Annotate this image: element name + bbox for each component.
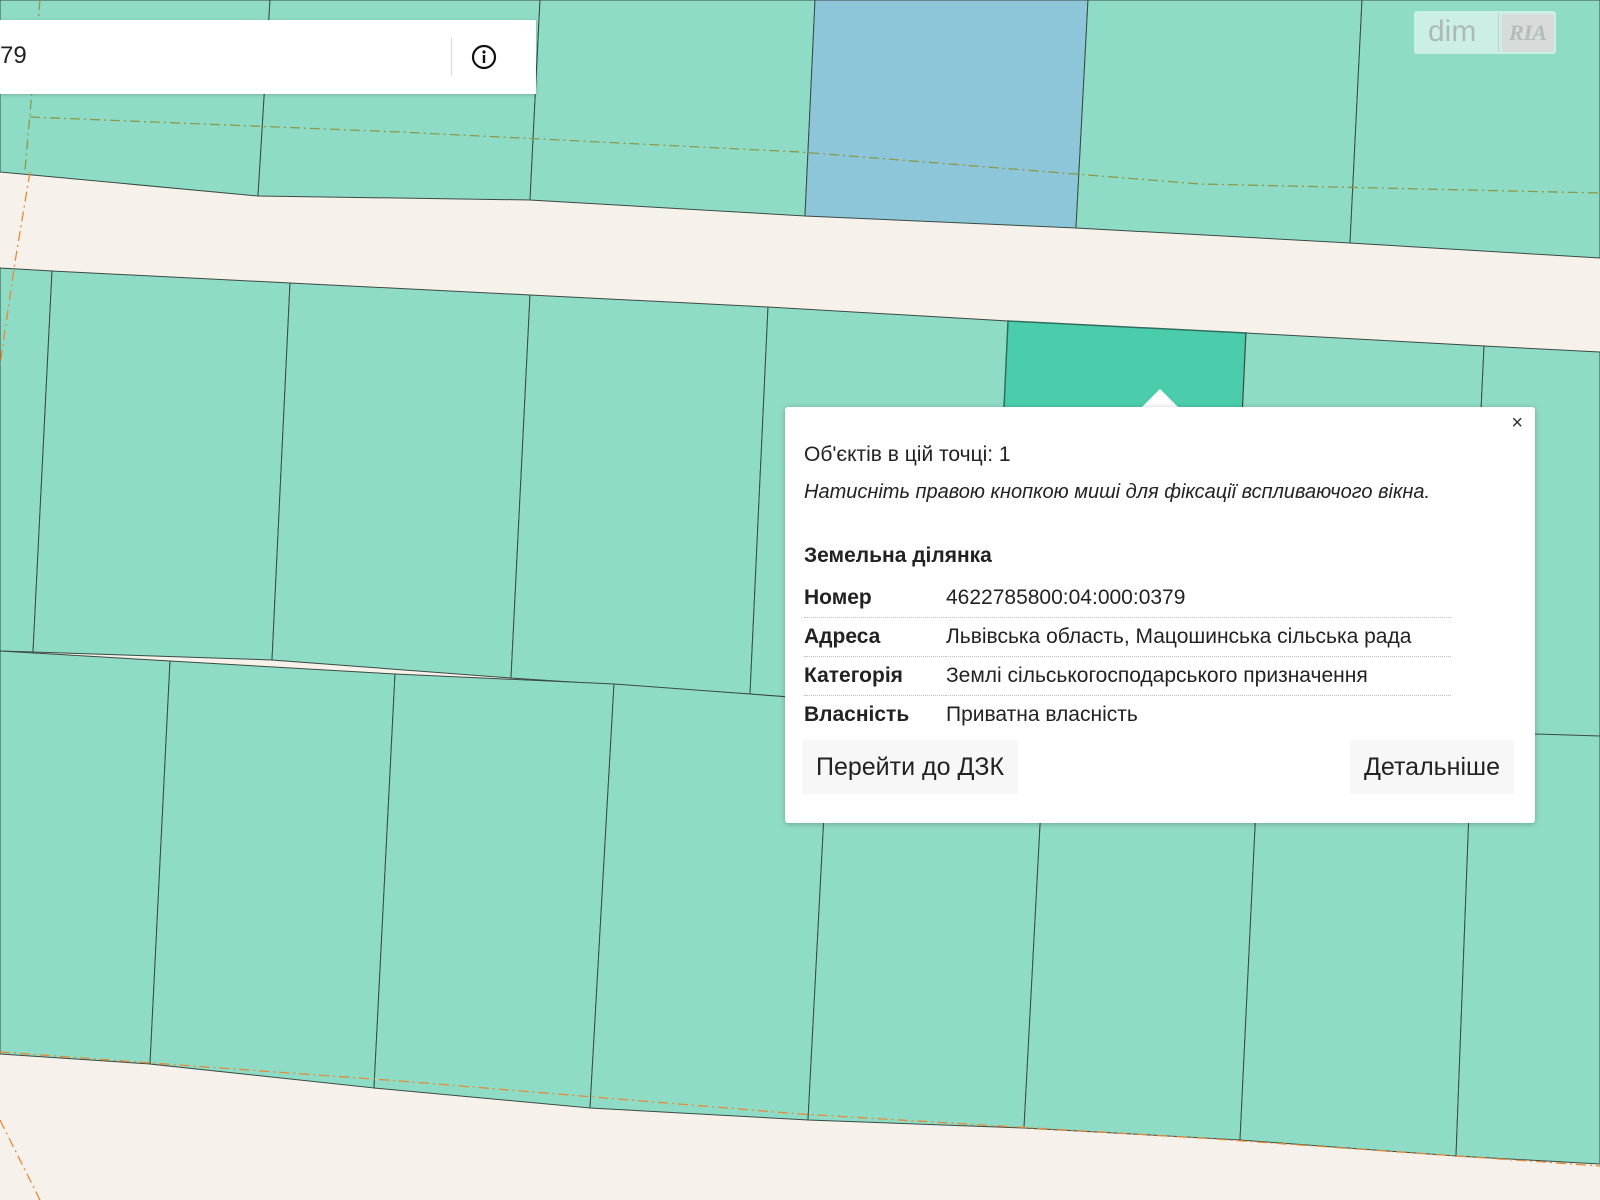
logo-divider: [1498, 13, 1499, 52]
parcel[interactable]: [32, 270, 291, 661]
close-icon[interactable]: ×: [1511, 413, 1523, 433]
go-to-dzk-button[interactable]: Перейти до ДЗК: [802, 740, 1019, 794]
parcel[interactable]: [149, 660, 396, 1089]
logo-text-dim: dim: [1428, 15, 1477, 48]
attribute-row: Адреса Львівська область, Мацошинська сі…: [804, 617, 1451, 657]
parcel[interactable]: [271, 282, 531, 679]
parcel[interactable]: [1075, 0, 1363, 244]
search-divider: [451, 38, 452, 76]
attribute-key: Власність: [804, 703, 910, 726]
attribute-table: Номер 4622785800:04:000:0379 Адреса Льві…: [804, 579, 1451, 734]
objects-count: Об'єктів в цій точці: 1: [804, 443, 1011, 466]
attribute-value: 4622785800:04:000:0379: [946, 579, 1451, 618]
parcel[interactable]: [0, 650, 171, 1065]
attribute-row: Номер 4622785800:04:000:0379: [804, 579, 1451, 618]
attribute-row: Категорія Землі сільськогосподарського п…: [804, 656, 1451, 696]
attribute-value: Львівська область, Мацошинська сільська …: [946, 617, 1451, 657]
search-bar[interactable]: 79: [0, 20, 536, 94]
attribute-key: Номер: [804, 579, 946, 618]
logo-text-ria: RIA: [1502, 14, 1554, 52]
feature-info-popup: × Об'єктів в цій точці: 1 Натисніть прав…: [785, 407, 1535, 823]
attribute-row: Власність Приватна власність: [804, 696, 1451, 735]
popup-hint: Натисніть правою кнопкою миші для фіксац…: [804, 481, 1431, 503]
parcel[interactable]: [529, 0, 816, 217]
parcel[interactable]: [510, 294, 769, 695]
section-title: Земельна ділянка: [804, 544, 992, 567]
attribute-key: Адреса: [804, 617, 946, 657]
dim-ria-logo: dim RIA: [1414, 11, 1556, 54]
details-button[interactable]: Детальніше: [1349, 740, 1514, 794]
popup-pointer: [1142, 389, 1178, 407]
attribute-value: Приватна власність: [946, 703, 1138, 726]
search-input[interactable]: 79: [0, 42, 27, 70]
attribute-key: Категорія: [804, 656, 946, 696]
attribute-value: Землі сільськогосподарського призначення: [946, 656, 1451, 696]
info-circle-icon[interactable]: [471, 44, 497, 70]
parcel-blue[interactable]: [804, 0, 1089, 229]
parcel[interactable]: [373, 673, 615, 1109]
